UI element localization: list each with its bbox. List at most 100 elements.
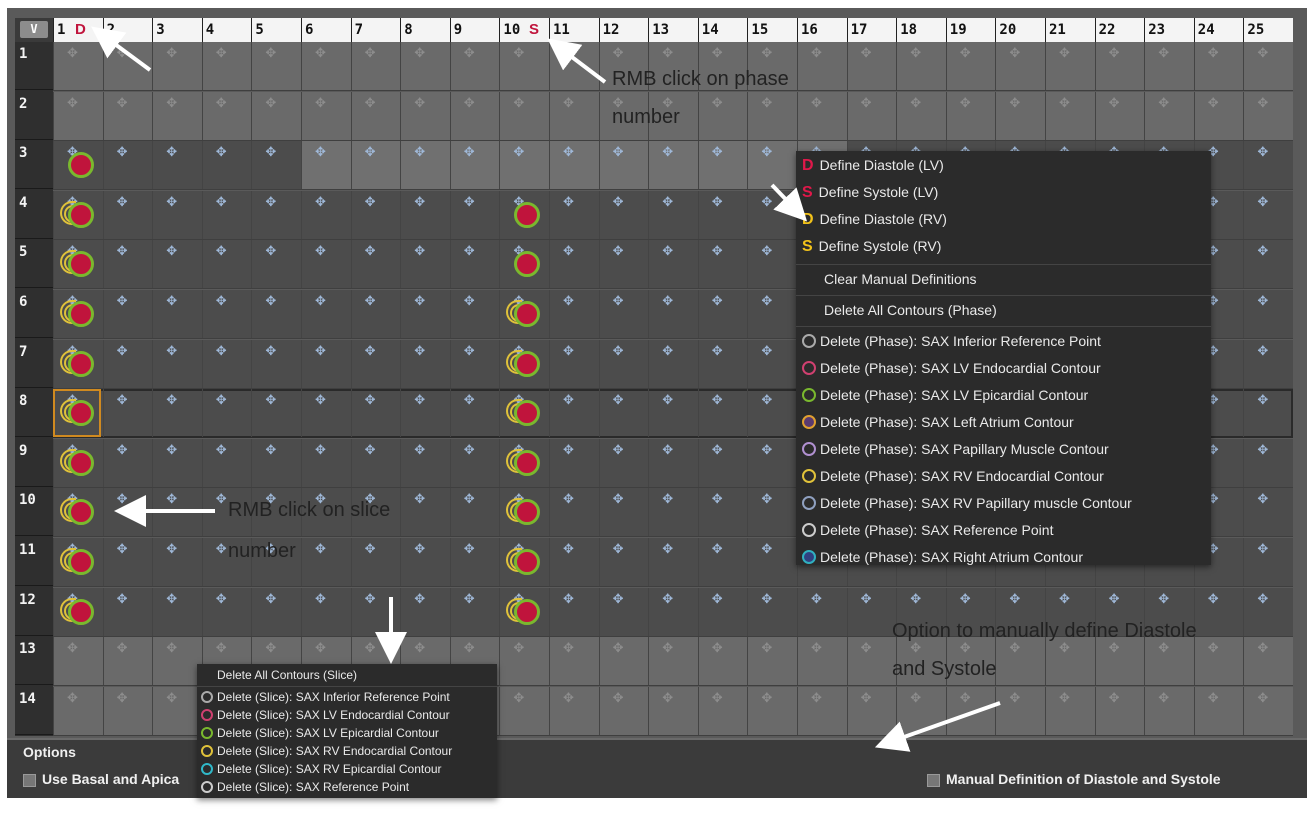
contour-thumbnail-icon[interactable] (57, 197, 97, 233)
contour-thumbnail-icon[interactable] (503, 594, 543, 630)
add-contour-icon[interactable]: ✥ (216, 295, 227, 308)
phase-header-23[interactable]: 23 (1144, 18, 1193, 42)
add-contour-icon[interactable]: ✥ (1257, 295, 1268, 308)
add-contour-icon[interactable]: ✥ (464, 196, 475, 209)
add-contour-icon[interactable]: ✥ (315, 146, 326, 159)
add-contour-icon[interactable]: ✥ (662, 543, 673, 556)
add-contour-icon[interactable]: ✥ (1208, 47, 1219, 60)
slice-header-10[interactable]: 10 (15, 488, 53, 537)
slice-header-1[interactable]: 1 (15, 42, 53, 90)
add-contour-icon[interactable]: ✥ (960, 47, 971, 60)
add-contour-icon[interactable]: ✥ (513, 642, 524, 655)
phase-menu-define-3[interactable]: S Define Systole (RV) (796, 235, 1211, 262)
add-contour-icon[interactable]: ✥ (563, 543, 574, 556)
add-contour-icon[interactable]: ✥ (1257, 97, 1268, 110)
add-contour-icon[interactable]: ✥ (960, 692, 971, 705)
add-contour-icon[interactable]: ✥ (315, 245, 326, 258)
add-contour-icon[interactable]: ✥ (365, 97, 376, 110)
add-contour-icon[interactable]: ✥ (761, 47, 772, 60)
contour-thumbnail-icon[interactable] (57, 494, 97, 530)
contour-thumbnail-icon[interactable] (503, 445, 543, 481)
add-contour-icon[interactable]: ✥ (1109, 642, 1120, 655)
phase-header-4[interactable]: 4 (201, 18, 251, 42)
add-contour-icon[interactable]: ✥ (117, 97, 128, 110)
add-contour-icon[interactable]: ✥ (1059, 692, 1070, 705)
add-contour-icon[interactable]: ✥ (1009, 97, 1020, 110)
add-contour-icon[interactable]: ✥ (563, 345, 574, 358)
phase-menu-delete-3[interactable]: Delete (Phase): SAX Left Atrium Contour (796, 409, 1211, 436)
add-contour-icon[interactable]: ✥ (1257, 543, 1268, 556)
delete-all-contours-phase-item[interactable]: Delete All Contours (Phase) (796, 296, 1211, 324)
add-contour-icon[interactable]: ✥ (216, 47, 227, 60)
phase-header-18[interactable]: 18 (896, 18, 945, 42)
add-contour-icon[interactable]: ✥ (761, 543, 772, 556)
add-contour-icon[interactable]: ✥ (662, 394, 673, 407)
add-contour-icon[interactable]: ✥ (166, 295, 177, 308)
add-contour-icon[interactable]: ✥ (761, 444, 772, 457)
add-contour-icon[interactable]: ✥ (1257, 345, 1268, 358)
slice-menu-delete-2[interactable]: Delete (Slice): SAX LV Epicardial Contou… (197, 724, 497, 742)
add-contour-icon[interactable]: ✥ (265, 146, 276, 159)
add-contour-icon[interactable]: ✥ (613, 493, 624, 506)
add-contour-icon[interactable]: ✥ (613, 692, 624, 705)
add-contour-icon[interactable]: ✥ (216, 543, 227, 556)
phase-header-9[interactable]: 9 (449, 18, 499, 42)
add-contour-icon[interactable]: ✥ (464, 97, 475, 110)
add-contour-icon[interactable]: ✥ (216, 394, 227, 407)
add-contour-icon[interactable]: ✥ (613, 345, 624, 358)
add-contour-icon[interactable]: ✥ (811, 47, 822, 60)
add-contour-icon[interactable]: ✥ (1009, 593, 1020, 606)
slice-header-14[interactable]: 14 (15, 687, 53, 735)
add-contour-icon[interactable]: ✥ (166, 245, 177, 258)
add-contour-icon[interactable]: ✥ (117, 394, 128, 407)
add-contour-icon[interactable]: ✥ (117, 692, 128, 705)
contour-thumbnail-icon[interactable] (503, 544, 543, 580)
add-contour-icon[interactable]: ✥ (960, 642, 971, 655)
manual-definition-checkbox[interactable] (927, 774, 940, 787)
phase-menu-define-1[interactable]: S Define Systole (LV) (796, 181, 1211, 208)
add-contour-icon[interactable]: ✥ (464, 493, 475, 506)
phase-header-21[interactable]: 21 (1045, 18, 1094, 42)
add-contour-icon[interactable]: ✥ (117, 642, 128, 655)
add-contour-icon[interactable]: ✥ (761, 295, 772, 308)
add-contour-icon[interactable]: ✥ (414, 97, 425, 110)
phase-header-25[interactable]: 25 (1243, 18, 1292, 42)
add-contour-icon[interactable]: ✥ (464, 146, 475, 159)
add-contour-icon[interactable]: ✥ (563, 47, 574, 60)
phase-menu-delete-0[interactable]: Delete (Phase): SAX Inferior Reference P… (796, 328, 1211, 355)
add-contour-icon[interactable]: ✥ (216, 345, 227, 358)
add-contour-icon[interactable]: ✥ (811, 642, 822, 655)
add-contour-icon[interactable]: ✥ (613, 394, 624, 407)
add-contour-icon[interactable]: ✥ (414, 345, 425, 358)
view-toggle-button[interactable]: V (20, 21, 48, 38)
add-contour-icon[interactable]: ✥ (315, 345, 326, 358)
add-contour-icon[interactable]: ✥ (712, 642, 723, 655)
slice-header-6[interactable]: 6 (15, 290, 53, 338)
contour-thumbnail-icon[interactable] (503, 346, 543, 382)
add-contour-icon[interactable]: ✥ (662, 196, 673, 209)
slice-header-3[interactable]: 3 (15, 141, 53, 190)
add-contour-icon[interactable]: ✥ (365, 47, 376, 60)
add-contour-icon[interactable]: ✥ (662, 593, 673, 606)
add-contour-icon[interactable]: ✥ (613, 642, 624, 655)
add-contour-icon[interactable]: ✥ (117, 245, 128, 258)
add-contour-icon[interactable]: ✥ (563, 97, 574, 110)
contour-thumbnail-icon[interactable] (503, 296, 543, 332)
add-contour-icon[interactable]: ✥ (414, 543, 425, 556)
add-contour-icon[interactable]: ✥ (315, 196, 326, 209)
phase-header-5[interactable]: 5 (251, 18, 300, 42)
add-contour-icon[interactable]: ✥ (712, 146, 723, 159)
add-contour-icon[interactable]: ✥ (414, 245, 425, 258)
add-contour-icon[interactable]: ✥ (365, 245, 376, 258)
add-contour-icon[interactable]: ✥ (613, 295, 624, 308)
add-contour-icon[interactable]: ✥ (1257, 394, 1268, 407)
add-contour-icon[interactable]: ✥ (464, 543, 475, 556)
add-contour-icon[interactable]: ✥ (464, 394, 475, 407)
add-contour-icon[interactable]: ✥ (1257, 493, 1268, 506)
add-contour-icon[interactable]: ✥ (712, 394, 723, 407)
add-contour-icon[interactable]: ✥ (117, 47, 128, 60)
add-contour-icon[interactable]: ✥ (662, 493, 673, 506)
contour-thumbnail-icon[interactable] (503, 197, 543, 233)
add-contour-icon[interactable]: ✥ (265, 642, 276, 655)
add-contour-icon[interactable]: ✥ (365, 345, 376, 358)
